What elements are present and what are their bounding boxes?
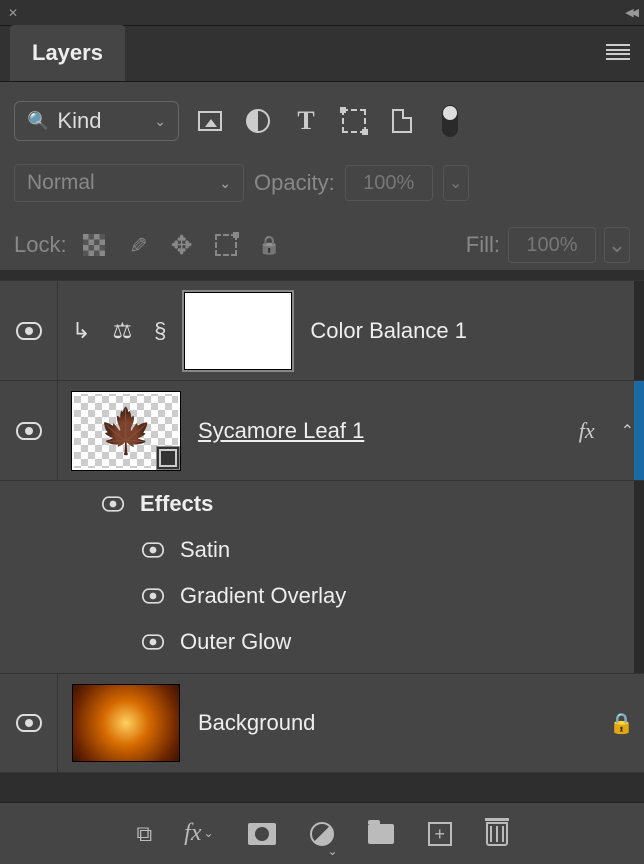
add-mask-icon[interactable] [248, 823, 276, 845]
lock-artboard-icon[interactable] [213, 232, 239, 258]
filter-adjustment-icon[interactable] [245, 108, 271, 134]
filter-toggle[interactable] [437, 108, 463, 134]
layer-thumbnail[interactable] [72, 684, 180, 762]
scrollbar-track[interactable] [634, 481, 644, 673]
lock-pixels-icon[interactable] [125, 232, 151, 258]
visibility-eye-icon[interactable] [142, 542, 164, 557]
layer-row[interactable]: Background 🔒 [0, 673, 644, 773]
visibility-eye-icon[interactable] [16, 322, 42, 340]
layer-thumbnail[interactable] [72, 392, 180, 470]
search-icon: 🔍 [27, 111, 49, 132]
collapse-panel-icon[interactable]: ◀◀ [625, 6, 636, 19]
layers-list: ↳ ⚖ § Color Balance 1 Sycamore Leaf 1 fx… [0, 280, 644, 773]
filter-kind-label: Kind [57, 108, 101, 134]
new-group-icon[interactable] [368, 824, 394, 844]
effect-name: Outer Glow [180, 629, 291, 655]
panel-tab-bar: Layers [0, 26, 644, 82]
visibility-eye-icon[interactable] [142, 588, 164, 603]
effect-item[interactable]: Outer Glow [0, 619, 644, 665]
effect-name: Satin [180, 537, 230, 563]
lock-icon[interactable]: 🔒 [609, 711, 634, 736]
fill-input[interactable]: 100% [508, 227, 596, 263]
lock-all-icon[interactable] [257, 232, 283, 258]
lock-transparency-icon[interactable] [81, 232, 107, 258]
delete-layer-icon[interactable] [486, 822, 508, 846]
effects-label: Effects [140, 491, 213, 517]
filter-type-icon[interactable]: T [293, 108, 319, 134]
clip-indicator-icon: ↳ [72, 318, 90, 344]
lock-row: Lock: Fill: 100% ⌄ [14, 220, 630, 270]
fx-indicator[interactable]: fx [579, 418, 595, 444]
collapse-effects-icon[interactable]: ⌃ [621, 421, 634, 441]
layers-tab[interactable]: Layers [10, 25, 125, 81]
opacity-input[interactable]: 100% [345, 165, 433, 201]
layer-row[interactable]: Sycamore Leaf 1 fx ⌃ [0, 380, 644, 480]
opacity-dropdown-button[interactable]: ⌄ [443, 165, 469, 201]
balance-scale-icon[interactable]: ⚖ [112, 318, 132, 344]
visibility-eye-icon[interactable] [102, 496, 124, 511]
visibility-eye-icon[interactable] [16, 422, 42, 440]
blend-row: Normal ⌄ Opacity: 100% ⌄ [14, 160, 630, 206]
shape-layer-badge-icon [156, 446, 180, 470]
panel-footer: ⧉ fx [0, 802, 644, 864]
opacity-label: Opacity: [254, 170, 335, 196]
visibility-eye-icon[interactable] [142, 634, 164, 649]
layer-name[interactable]: Sycamore Leaf 1 [198, 418, 364, 444]
fill-label: Fill: [466, 232, 500, 258]
filter-pixel-icon[interactable] [197, 108, 223, 134]
filter-smartobject-icon[interactable] [389, 108, 415, 134]
effect-item[interactable]: Satin [0, 527, 644, 573]
visibility-eye-icon[interactable] [16, 714, 42, 732]
effect-item[interactable]: Gradient Overlay [0, 573, 644, 619]
link-layers-icon[interactable]: ⧉ [136, 821, 150, 847]
chevron-down-icon: ⌄ [154, 113, 166, 130]
selection-highlight [634, 381, 644, 480]
layer-mask-thumbnail[interactable] [184, 292, 292, 370]
fill-dropdown-button[interactable]: ⌄ [604, 227, 630, 263]
chevron-down-icon: ⌄ [219, 175, 231, 192]
layer-name[interactable]: Background [198, 710, 315, 736]
filter-shape-icon[interactable] [341, 108, 367, 134]
new-layer-icon[interactable] [428, 822, 452, 846]
blend-mode-value: Normal [27, 171, 95, 195]
link-adjust-icon[interactable]: § [154, 318, 166, 344]
blend-mode-dropdown[interactable]: Normal ⌄ [14, 164, 244, 202]
hamburger-icon [606, 44, 630, 60]
lock-label: Lock: [14, 232, 67, 258]
layer-name[interactable]: Color Balance 1 [310, 318, 467, 344]
scrollbar-track[interactable] [634, 281, 644, 380]
filter-kind-dropdown[interactable]: 🔍 Kind ⌄ [14, 101, 179, 141]
layer-row[interactable]: ↳ ⚖ § Color Balance 1 [0, 280, 644, 380]
lock-position-icon[interactable] [169, 232, 195, 258]
add-style-icon[interactable]: fx [184, 820, 213, 847]
close-icon[interactable]: ✕ [8, 6, 18, 20]
window-title-bar: ✕ ◀◀ [0, 0, 644, 26]
effect-name: Gradient Overlay [180, 583, 346, 609]
effects-group: Effects Satin Gradient Overlay Outer Glo… [0, 480, 644, 673]
effects-header[interactable]: Effects [0, 481, 644, 527]
panel-body: 🔍 Kind ⌄ T Normal ⌄ Opacity: 100% ⌄ Lock… [0, 82, 644, 270]
add-adjustment-icon[interactable] [310, 822, 334, 846]
panel-menu-button[interactable] [606, 44, 630, 60]
filter-row: 🔍 Kind ⌄ T [14, 96, 630, 146]
